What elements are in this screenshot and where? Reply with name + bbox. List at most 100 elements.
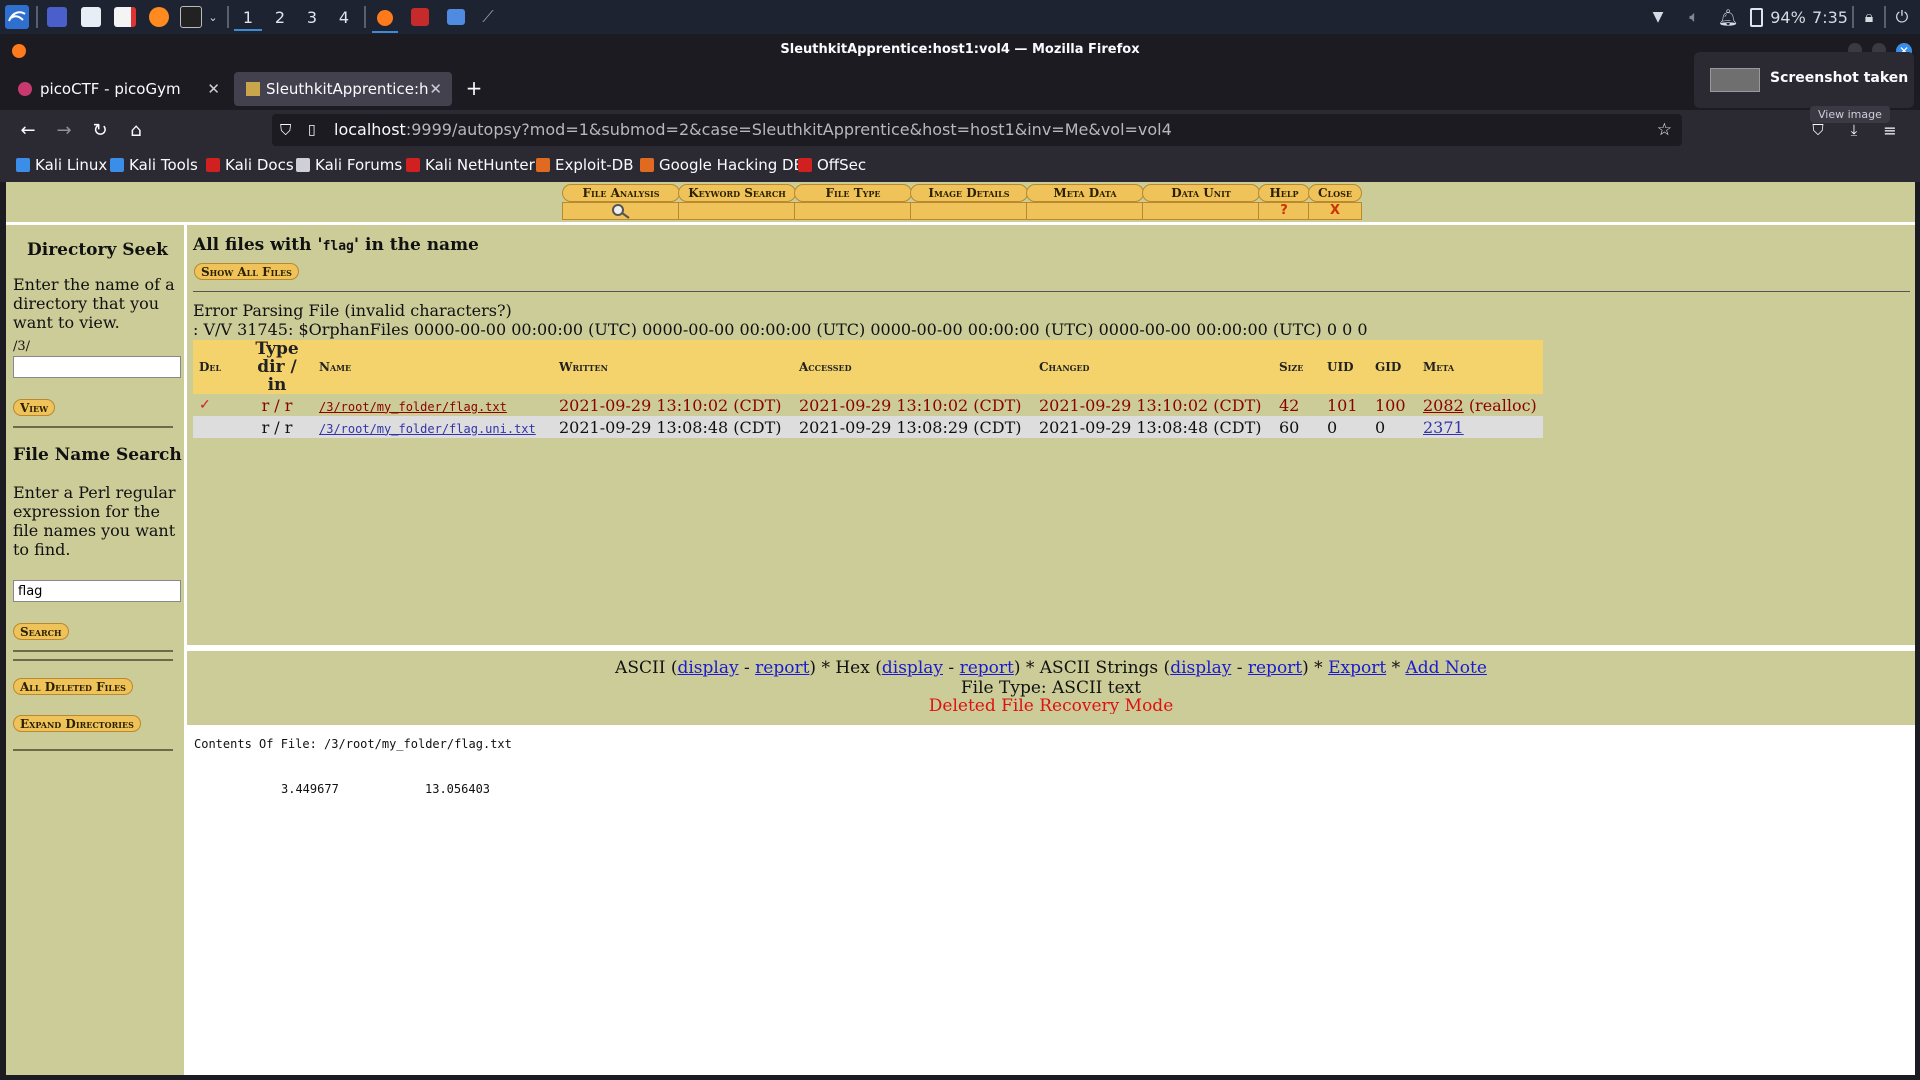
bookmark-kali-forums[interactable]: Kali Forums — [296, 156, 402, 174]
col-written[interactable]: Written — [553, 340, 793, 394]
workspace-4[interactable]: 4 — [330, 5, 358, 29]
strings-label: ASCII Strings — [1039, 658, 1159, 678]
terminal-icon[interactable] — [180, 5, 202, 29]
cell-accessed: 2021-09-29 13:08:29 (CDT) — [793, 416, 1033, 438]
terminal-window-icon[interactable]: ⟋ — [478, 5, 498, 29]
col-size[interactable]: Size — [1273, 340, 1321, 394]
tab-picoctf[interactable]: picoCTF - picoGym ✕ — [6, 72, 230, 106]
menu-help[interactable]: Help — [1258, 184, 1310, 202]
ascii-report-link[interactable]: report — [755, 658, 809, 678]
hex-report-link[interactable]: report — [960, 658, 1014, 678]
error-detail: : V/V 31745: $OrphanFiles 0000-00-00 00:… — [193, 320, 1368, 339]
file-manager-icon[interactable] — [80, 5, 102, 29]
cell-type: r / r — [241, 416, 313, 438]
expand-directories-button[interactable]: Expand Directories — [13, 715, 141, 732]
strings-report-link[interactable]: report — [1248, 658, 1302, 678]
col-accessed[interactable]: Accessed — [793, 340, 1033, 394]
bookmark-kali-nethunter[interactable]: Kali NetHunter — [406, 156, 535, 174]
battery-icon[interactable] — [1748, 5, 1764, 29]
col-del[interactable]: Del — [193, 340, 241, 394]
wifi-icon[interactable]: ▼ — [1646, 5, 1670, 29]
bookmark-label: Kali NetHunter — [425, 156, 535, 174]
notification-bell-icon[interactable]: 🔔︎ — [1716, 5, 1740, 29]
export-link[interactable]: Export — [1328, 658, 1386, 678]
view-image-button[interactable]: View image — [1810, 106, 1890, 123]
divider — [13, 426, 173, 428]
col-meta[interactable]: Meta — [1417, 340, 1543, 394]
firefox-launcher-icon[interactable] — [148, 5, 170, 29]
bookmark-star-icon[interactable]: ☆ — [1657, 114, 1672, 146]
hex-display-link[interactable]: display — [882, 658, 943, 678]
menu-file-analysis[interactable]: File Analysis — [562, 184, 680, 202]
all-deleted-files-button[interactable]: All Deleted Files — [13, 678, 133, 695]
bookmark-kali-tools[interactable]: Kali Tools — [110, 156, 198, 174]
workspace-2[interactable]: 2 — [266, 5, 294, 29]
file-table: Del Type dir / in Name Written Accessed … — [193, 340, 1543, 438]
strings-display-link[interactable]: display — [1170, 658, 1231, 678]
lock-icon[interactable]: 🔒︎ — [1858, 5, 1880, 29]
menu-meta-data[interactable]: Meta Data — [1026, 184, 1144, 202]
workspace-1[interactable]: 1 — [234, 5, 262, 31]
bookmark-label: Kali Linux — [35, 156, 108, 174]
tab-close-icon[interactable]: ✕ — [429, 80, 442, 98]
home-icon[interactable]: ⌂ — [124, 118, 148, 142]
url-bar[interactable]: ⛉ ▯ localhost:9999/autopsy?mod=1&submod=… — [272, 114, 1682, 146]
kali-menu-icon[interactable] — [4, 5, 30, 29]
col-uid[interactable]: UID — [1321, 340, 1369, 394]
workspace-3[interactable]: 3 — [298, 5, 326, 29]
ascii-display-link[interactable]: display — [677, 658, 738, 678]
clock[interactable]: 7:35 — [1810, 5, 1850, 29]
cell-uid: 0 — [1321, 416, 1369, 438]
bookmark-exploit-db[interactable]: Exploit-DB — [536, 156, 634, 174]
meta-link[interactable]: 2082 — [1423, 396, 1464, 415]
table-row[interactable]: r / r /3/root/my_folder/flag.uni.txt 202… — [193, 416, 1543, 438]
reload-icon[interactable]: ↻ — [88, 118, 112, 142]
view-button[interactable]: View — [13, 399, 56, 416]
table-row[interactable]: ✓ r / r /3/root/my_folder/flag.txt 2021-… — [193, 394, 1543, 416]
add-note-link[interactable]: Add Note — [1405, 658, 1486, 678]
app-window-icon[interactable] — [408, 5, 432, 29]
directory-seek-heading: Directory Seek — [27, 240, 168, 260]
menu-file-type[interactable]: File Type — [794, 184, 912, 202]
text-editor-icon[interactable] — [114, 5, 136, 29]
bookmark-kali-linux[interactable]: Kali Linux — [16, 156, 107, 174]
menu-data-unit[interactable]: Data Unit — [1142, 184, 1260, 202]
show-all-files-button[interactable]: Show All Files — [194, 263, 299, 280]
folder-window-icon[interactable] — [444, 5, 468, 29]
volume-icon[interactable]: 🔈︎ — [1682, 5, 1706, 29]
title-text: ' in the name — [353, 235, 479, 255]
file-link[interactable]: /3/root/my_folder/flag.txt — [319, 400, 507, 414]
power-icon[interactable]: ⏻ — [1890, 5, 1914, 29]
directory-input[interactable] — [13, 356, 181, 378]
new-tab-icon[interactable]: + — [462, 76, 486, 100]
col-changed[interactable]: Changed — [1033, 340, 1273, 394]
tab-sleuthkit[interactable]: SleuthkitApprentice:host1 ✕ — [234, 72, 452, 106]
bookmark-kali-docs[interactable]: Kali Docs — [206, 156, 294, 174]
cell-meta: 2371 — [1417, 416, 1543, 438]
forward-icon[interactable]: → — [52, 118, 76, 142]
back-icon[interactable]: ← — [16, 118, 40, 142]
menu-keyword-search[interactable]: Keyword Search — [678, 184, 796, 202]
chevron-down-icon[interactable]: ⌄ — [206, 5, 220, 29]
tab-strip: picoCTF - picoGym ✕ SleuthkitApprentice:… — [0, 66, 1920, 110]
firefox-window-icon[interactable] — [372, 5, 398, 33]
col-name[interactable]: Name — [313, 340, 553, 394]
menu-close[interactable]: Close — [1308, 184, 1362, 202]
file-link[interactable]: /3/root/my_folder/flag.uni.txt — [319, 422, 536, 436]
file-name-search-heading: File Name Search — [13, 445, 182, 465]
col-gid[interactable]: GID — [1369, 340, 1417, 394]
tab-close-icon[interactable]: ✕ — [207, 80, 220, 98]
help-question-icon[interactable]: ? — [1258, 202, 1310, 220]
screenshot-notification[interactable]: Screenshot taken View image — [1694, 52, 1914, 123]
shield-icon[interactable]: ⛉ — [280, 114, 291, 146]
file-name-search-input[interactable] — [13, 580, 181, 602]
page-info-icon[interactable]: ▯ — [308, 114, 316, 146]
bookmark-google-hacking-db[interactable]: Google Hacking DB — [640, 156, 804, 174]
bookmark-offsec[interactable]: OffSec — [798, 156, 866, 174]
search-button[interactable]: Search — [13, 623, 69, 640]
col-type[interactable]: Type dir / in — [241, 340, 313, 394]
desktop-icon[interactable] — [46, 5, 68, 29]
close-x-icon[interactable]: X — [1308, 202, 1362, 220]
menu-image-details[interactable]: Image Details — [910, 184, 1028, 202]
meta-link[interactable]: 2371 — [1423, 418, 1464, 437]
